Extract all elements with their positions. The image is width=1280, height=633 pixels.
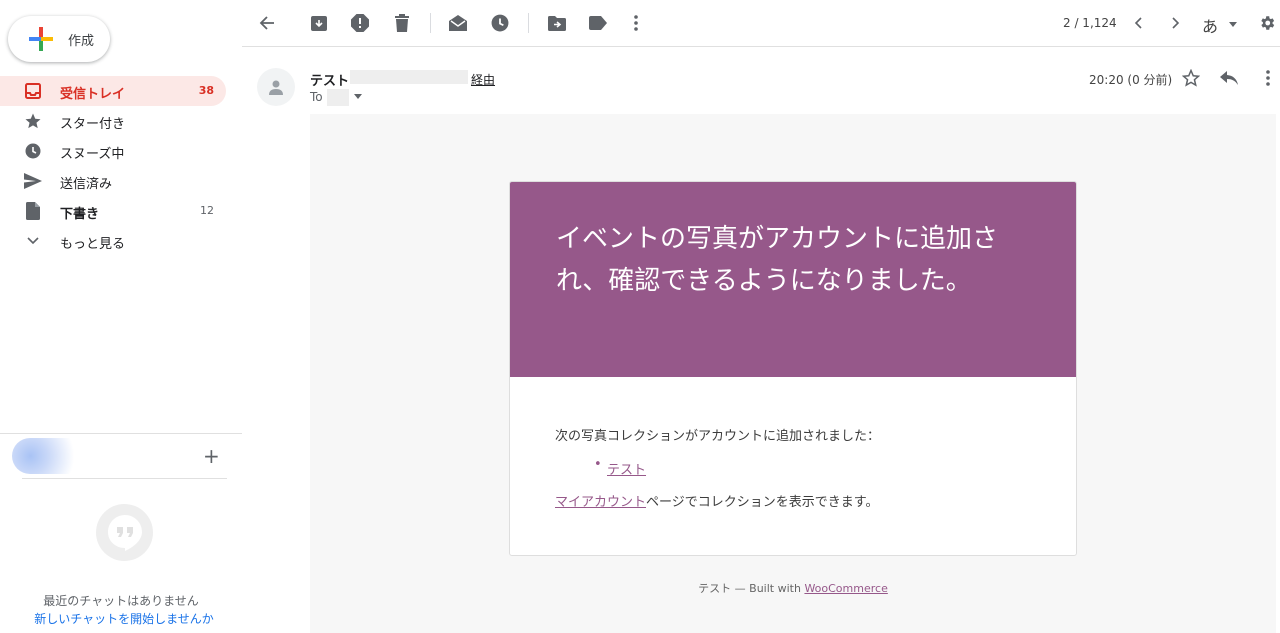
more-options-icon[interactable]: [1257, 67, 1279, 89]
sidebar-item-more[interactable]: もっと見る: [0, 226, 226, 256]
toolbar-separator: [528, 13, 529, 33]
sidebar-item-inbox[interactable]: 受信トレイ 38: [0, 76, 226, 106]
send-icon: [24, 172, 42, 190]
start-new-chat-link[interactable]: 新しいチャットを開始しませんか: [0, 610, 248, 627]
sidebar-item-starred[interactable]: スター付き: [0, 106, 226, 136]
input-method-toggle[interactable]: あ: [1202, 13, 1218, 37]
gear-icon[interactable]: [1256, 12, 1278, 34]
draft-file-icon: [24, 202, 42, 220]
sidebar-item-label: 送信済み: [60, 177, 113, 192]
add-chat-icon[interactable]: +: [203, 444, 220, 468]
via-link[interactable]: 経由: [471, 71, 495, 88]
no-recent-chats-text: 最近のチャットはありません: [43, 594, 199, 608]
recipient-details-caret-icon[interactable]: [354, 94, 362, 99]
email-card: イベントの写真がアカウントに追加され、確認できるようになりました。 次の写真コレ…: [509, 181, 1077, 556]
more-icon[interactable]: [625, 12, 647, 34]
clock-icon: [24, 142, 42, 160]
sender-email-redacted: [350, 70, 468, 84]
star-icon: [24, 112, 42, 130]
sidebar-item-sent[interactable]: 送信済み: [0, 166, 226, 196]
to-label: To: [310, 90, 323, 104]
drafts-count: 12: [200, 204, 214, 217]
toolbar-separator: [430, 13, 431, 33]
reply-icon[interactable]: [1218, 67, 1240, 89]
sender-name[interactable]: テスト: [310, 70, 349, 89]
hangouts-chat-icon: [96, 504, 153, 561]
view-collection-text: マイアカウントページでコレクションを表示できます。: [555, 491, 878, 510]
left-sidebar: 作成 受信トレイ 38 スター付き スヌーズ中 送信済み 下書き 12 もっと見…: [0, 0, 242, 633]
sender-avatar[interactable]: [257, 68, 295, 106]
delete-icon[interactable]: [391, 12, 413, 34]
chevron-down-icon: [24, 232, 42, 250]
sidebar-item-snoozed[interactable]: スヌーズ中: [0, 136, 226, 166]
back-arrow-icon[interactable]: [256, 12, 278, 34]
report-spam-icon[interactable]: [349, 12, 371, 34]
divider: [22, 478, 227, 479]
chevron-left-icon[interactable]: [1127, 12, 1149, 34]
recipient-redacted: [327, 89, 349, 106]
footer-text: テスト — Built with: [698, 582, 805, 595]
snooze-icon[interactable]: [489, 12, 511, 34]
compose-plus-icon: [29, 27, 53, 51]
mark-unread-icon[interactable]: [447, 12, 469, 34]
star-icon[interactable]: [1180, 67, 1202, 89]
sidebar-item-label: 下書き: [60, 207, 100, 222]
my-account-link[interactable]: マイアカウント: [555, 495, 646, 510]
message-toolbar: 2 / 1,124 あ: [242, 0, 1280, 47]
compose-label: 作成: [68, 34, 95, 49]
collection-link[interactable]: テスト: [607, 459, 646, 478]
caret-down-icon[interactable]: [1222, 13, 1244, 35]
inbox-count: 38: [198, 84, 214, 97]
intro-text: 次の写真コレクションがアカウントに追加されました：: [555, 429, 881, 444]
inbox-icon: [24, 82, 42, 100]
label-icon[interactable]: [587, 12, 609, 34]
sidebar-item-label: もっと見る: [60, 237, 126, 252]
sidebar-item-label: スター付き: [60, 117, 126, 132]
sidebar-item-label: 受信トレイ: [60, 87, 126, 102]
woocommerce-link[interactable]: WooCommerce: [804, 582, 887, 595]
pagination-text: 2 / 1,124: [1063, 16, 1117, 30]
move-to-icon[interactable]: [546, 12, 568, 34]
email-heading: イベントの写真がアカウントに追加され、確認できるようになりました。: [556, 224, 999, 296]
view-collection-suffix: ページでコレクションを表示できます。: [646, 495, 879, 510]
sidebar-item-drafts[interactable]: 下書き 12: [0, 196, 226, 226]
email-footer: テスト — Built with WooCommerce: [509, 580, 1077, 596]
email-header-banner: イベントの写真がアカウントに追加され、確認できるようになりました。: [510, 182, 1076, 377]
compose-button[interactable]: 作成: [8, 16, 110, 62]
hangouts-user-avatar[interactable]: [12, 438, 86, 474]
list-bullet: •: [594, 457, 602, 472]
input-method-label: あ: [1202, 17, 1219, 36]
archive-icon[interactable]: [308, 12, 330, 34]
chevron-right-icon[interactable]: [1165, 12, 1187, 34]
sidebar-nav: 受信トレイ 38 スター付き スヌーズ中 送信済み 下書き 12 もっと見る: [0, 76, 242, 256]
sidebar-item-label: スヌーズ中: [60, 147, 125, 162]
message-time: 20:20 (0 分前): [1089, 73, 1173, 87]
divider: [0, 433, 242, 434]
